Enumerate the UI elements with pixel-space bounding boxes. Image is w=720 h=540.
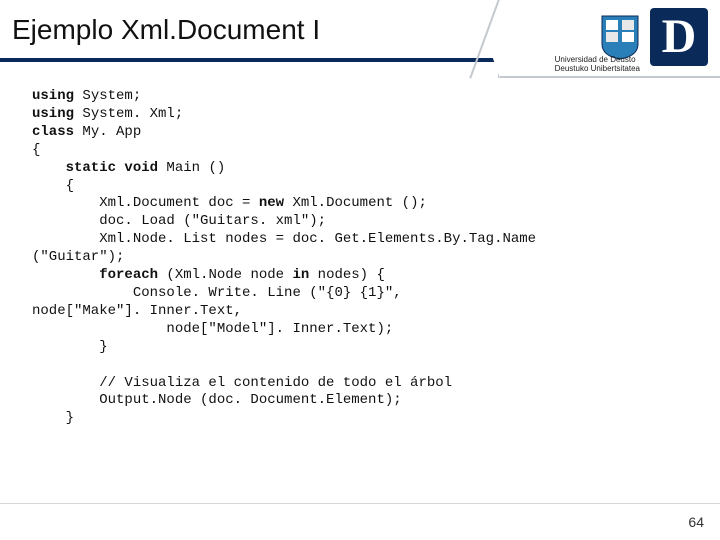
university-name-eu: Deustuko Unibertsitatea xyxy=(555,65,640,74)
code-l5: Main () xyxy=(158,160,225,176)
shield-icon xyxy=(600,14,640,60)
tab-diagonal xyxy=(469,0,500,79)
code-l9b: ("Guitar"); xyxy=(32,249,124,265)
kw-using-1: using xyxy=(32,88,74,104)
kw-using-2: using xyxy=(32,106,74,122)
code-l10b: (Xml.Node node xyxy=(158,267,292,283)
kw-foreach: foreach xyxy=(32,267,158,283)
kw-class: class xyxy=(32,124,74,140)
code-l11b: node["Make"]. Inner.Text, xyxy=(32,303,242,319)
code-block: using System; using System. Xml; class M… xyxy=(32,88,688,428)
logo-letter: D xyxy=(650,8,708,66)
page-number: 64 xyxy=(688,514,704,530)
code-l13: } xyxy=(32,339,108,355)
logo-text: Universidad de Deusto Deustuko Unibertsi… xyxy=(555,56,640,74)
code-l7c: Xml.Document (); xyxy=(284,195,427,211)
code-l6: { xyxy=(32,178,74,194)
code-l2: System. Xml; xyxy=(74,106,183,122)
slide: Ejemplo Xml.Document I D Universidad de … xyxy=(0,0,720,540)
code-l10d: nodes) { xyxy=(309,267,385,283)
code-l4: { xyxy=(32,142,40,158)
code-l1: System; xyxy=(74,88,141,104)
code-l3: My. App xyxy=(74,124,141,140)
code-l9: Xml.Node. List nodes = doc. Get.Elements… xyxy=(32,231,536,247)
code-l15: Output.Node (doc. Document.Element); xyxy=(32,392,402,408)
footer-divider xyxy=(0,503,720,504)
logo-tab: D Universidad de Deusto Deustuko Unibert… xyxy=(498,0,720,78)
kw-in: in xyxy=(292,267,309,283)
code-l8: doc. Load ("Guitars. xml"); xyxy=(32,213,326,229)
code-l14: // Visualiza el contenido de todo el árb… xyxy=(32,375,452,391)
code-l12: node["Model"]. Inner.Text); xyxy=(32,321,393,337)
kw-new: new xyxy=(259,195,284,211)
code-l11: Console. Write. Line ("{0} {1}", xyxy=(32,285,402,301)
slide-title: Ejemplo Xml.Document I xyxy=(12,14,320,46)
code-l7a: Xml.Document doc = xyxy=(32,195,259,211)
code-l16: } xyxy=(32,410,74,426)
kw-static-void: static void xyxy=(32,160,158,176)
